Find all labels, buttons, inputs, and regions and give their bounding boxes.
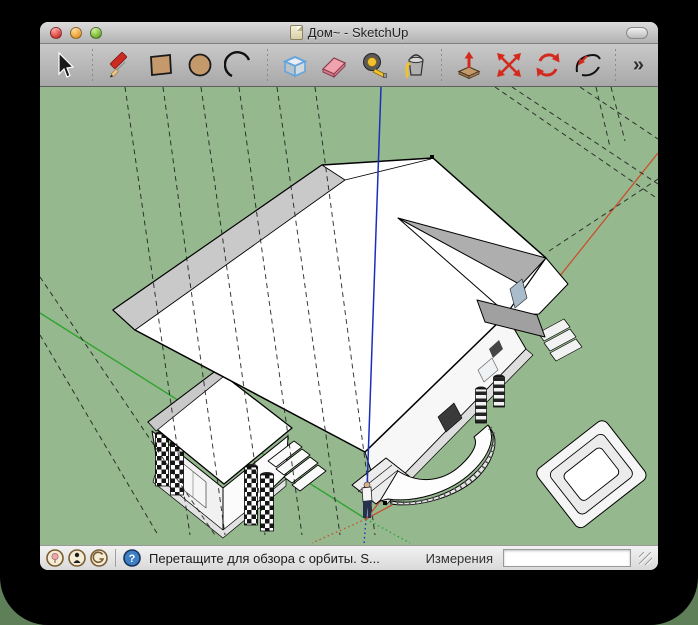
measurements-input[interactable] (503, 549, 631, 567)
tape-measure-tool-button[interactable] (357, 48, 391, 82)
statusbar: ? Перетащите для обзора с орбиты. S... И… (40, 545, 658, 570)
eraser-tool-button[interactable] (318, 48, 352, 82)
status-person-icon[interactable] (68, 549, 86, 567)
line-tool-button[interactable] (104, 48, 138, 82)
window-title: Дом~ - SketchUp (307, 25, 409, 40)
status-balloon-icon[interactable] (46, 549, 64, 567)
select-tool-button[interactable] (48, 48, 82, 82)
model-viewport[interactable] (40, 87, 658, 545)
selection-endpoint (383, 501, 387, 505)
four-arrows-icon (496, 53, 521, 77)
toolbar-toggle-button[interactable] (626, 27, 648, 39)
status-hint: Перетащите для обзора с орбиты. S... (149, 550, 380, 566)
paint-bucket-tool-button[interactable] (397, 48, 431, 82)
push-pull-tool-button[interactable] (452, 48, 486, 82)
statusbar-divider (115, 549, 116, 567)
status-google-icon[interactable] (90, 549, 108, 567)
title-area: Дом~ - SketchUp (40, 25, 658, 40)
toolbar-separator (614, 49, 617, 81)
svg-text:?: ? (129, 553, 136, 565)
measurements-label: Измерения (425, 550, 493, 566)
rectangle-icon (150, 54, 172, 76)
arc-icon (224, 51, 251, 78)
circular-arrows-icon (536, 53, 560, 77)
minimize-button[interactable] (70, 26, 82, 39)
cursor-arrow-icon (58, 51, 75, 78)
tape-measure-icon (363, 53, 387, 78)
circle-icon (188, 53, 212, 77)
move-tool-button[interactable] (492, 48, 526, 82)
scene-canvas[interactable] (40, 87, 658, 545)
toolbar-overflow-button[interactable]: » (627, 54, 650, 77)
toolbar-separator (440, 49, 443, 81)
titlebar[interactable]: Дом~ - SketchUp (40, 22, 658, 44)
close-button[interactable] (50, 26, 62, 39)
sketchup-window: Дом~ - SketchUp » ? Перетащите для обзор… (40, 22, 658, 570)
arc-tool-button[interactable] (222, 48, 256, 82)
rotate-tool-button[interactable] (532, 48, 566, 82)
zoom-button[interactable] (90, 26, 102, 39)
toolbar: » (40, 44, 658, 87)
orbit-arrows-icon (575, 54, 601, 77)
orbit-tool-button[interactable] (571, 48, 605, 82)
toolbar-separator (91, 49, 94, 81)
box-up-arrow-icon (457, 51, 481, 80)
blue-box-icon (282, 55, 308, 78)
pencil-icon (110, 52, 128, 78)
eraser-icon (322, 57, 347, 79)
paint-bucket-icon (404, 54, 424, 79)
make-component-tool-button[interactable] (278, 48, 312, 82)
traffic-lights (50, 26, 102, 39)
document-icon (289, 25, 303, 40)
circle-tool-button[interactable] (183, 48, 217, 82)
help-icon[interactable]: ? (123, 549, 141, 567)
rectangle-tool-button[interactable] (143, 48, 177, 82)
toolbar-separator (266, 49, 269, 81)
resize-grip[interactable] (639, 551, 652, 565)
